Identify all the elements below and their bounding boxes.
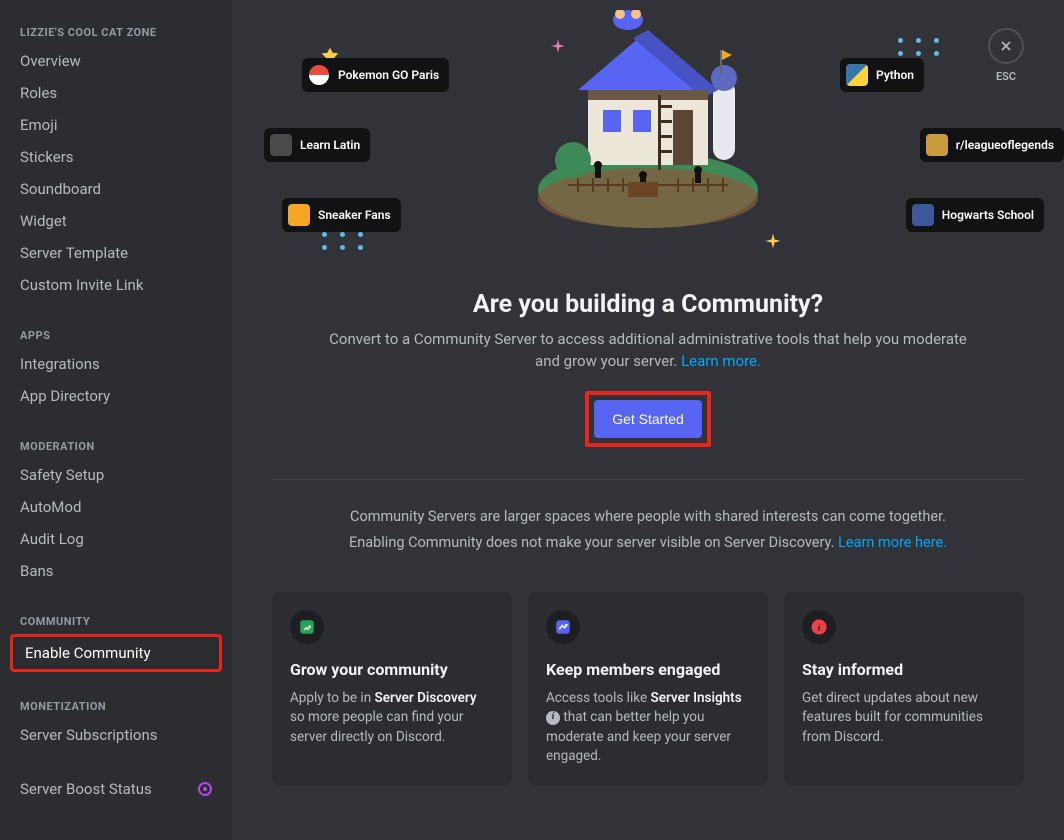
info-icon: i <box>546 711 560 725</box>
chip-label: r/leagueoflegends <box>956 138 1054 152</box>
page-title: Are you building a Community? <box>272 290 1024 319</box>
learn-more-link[interactable]: Learn more. <box>681 352 761 370</box>
community-chip-pokemon: Pokemon GO Paris <box>302 58 449 92</box>
info-line-2: Enabling Community does not make your se… <box>272 530 1024 556</box>
chip-label: Pokemon GO Paris <box>338 68 439 82</box>
decorative-dots <box>322 232 366 250</box>
chip-label: Learn Latin <box>300 138 360 152</box>
pokeball-icon <box>308 64 330 86</box>
sidebar-item-audit-log[interactable]: Audit Log <box>8 523 224 555</box>
decorative-dots <box>898 38 942 56</box>
card-stay-informed: i Stay informed Get direct updates about… <box>784 592 1024 785</box>
divider <box>272 479 1024 480</box>
info-line-1: Community Servers are larger spaces wher… <box>272 504 1024 530</box>
card-grow-community: Grow your community Apply to be in Serve… <box>272 592 512 785</box>
sidebar-item-soundboard[interactable]: Soundboard <box>8 173 224 205</box>
card-title: Stay informed <box>802 660 1006 679</box>
book-icon <box>270 134 292 156</box>
info-text: Community Servers are larger spaces wher… <box>272 504 1024 556</box>
sidebar-item-integrations[interactable]: Integrations <box>8 348 224 380</box>
sidebar-item-enable-community[interactable]: Enable Community <box>13 637 219 669</box>
informed-icon: i <box>802 610 836 644</box>
sidebar-item-bans[interactable]: Bans <box>8 555 224 587</box>
learn-more-here-link[interactable]: Learn more here. <box>838 534 947 551</box>
chip-label: Sneaker Fans <box>318 208 391 222</box>
server-name-header: LIZZIE'S COOL CAT ZONE <box>8 20 224 45</box>
hero-illustration: Pokemon GO Paris Learn Latin Sneaker Fan… <box>272 10 1024 250</box>
page-subtitle: Convert to a Community Server to access … <box>318 329 978 373</box>
card-body: Access tools like Server Insights i that… <box>546 689 750 767</box>
card-body: Get direct updates about new features bu… <box>802 689 1006 748</box>
chip-label: Hogwarts School <box>942 208 1034 222</box>
community-chip-latin: Learn Latin <box>264 128 370 162</box>
community-chip-hogwarts: Hogwarts School <box>906 198 1044 232</box>
feature-cards: Grow your community Apply to be in Serve… <box>272 592 1024 785</box>
sidebar-item-automod[interactable]: AutoMod <box>8 491 224 523</box>
community-chip-python: Python <box>840 58 924 92</box>
grow-icon <box>290 610 324 644</box>
league-icon <box>926 134 948 156</box>
sidebar-item-emoji[interactable]: Emoji <box>8 109 224 141</box>
sidebar-item-safety-setup[interactable]: Safety Setup <box>8 459 224 491</box>
sidebar-item-server-boost[interactable]: Server Boost Status <box>8 773 224 805</box>
community-chip-league: r/leagueoflegends <box>920 128 1064 162</box>
subtitle-text: Convert to a Community Server to access … <box>329 330 967 370</box>
community-chip-sneaker: Sneaker Fans <box>282 198 401 232</box>
card-title: Grow your community <box>290 660 494 679</box>
sidebar-item-custom-invite-link[interactable]: Custom Invite Link <box>8 269 224 301</box>
insights-icon <box>546 610 580 644</box>
sidebar-item-widget[interactable]: Widget <box>8 205 224 237</box>
sidebar-item-overview[interactable]: Overview <box>8 45 224 77</box>
python-icon <box>846 64 868 86</box>
card-keep-engaged: Keep members engaged Access tools like S… <box>528 592 768 785</box>
highlight-enable-community: Enable Community <box>10 634 222 672</box>
sidebar-item-label: Server Boost Status <box>20 780 152 798</box>
svg-text:i: i <box>818 622 821 633</box>
card-body: Apply to be in Server Discovery so more … <box>290 689 494 748</box>
get-started-button[interactable]: Get Started <box>594 400 702 438</box>
highlight-get-started: Get Started <box>585 391 711 447</box>
main-content: ESC <box>232 0 1064 840</box>
section-monetization: MONETIZATION <box>8 694 224 719</box>
chip-label: Python <box>876 68 914 82</box>
sidebar-item-roles[interactable]: Roles <box>8 77 224 109</box>
sidebar-item-app-directory[interactable]: App Directory <box>8 380 224 412</box>
card-title: Keep members engaged <box>546 660 750 679</box>
hogwarts-icon <box>912 204 934 226</box>
settings-sidebar: LIZZIE'S COOL CAT ZONE Overview Roles Em… <box>0 0 232 840</box>
sneaker-icon <box>288 204 310 226</box>
section-community: COMMUNITY <box>8 609 224 634</box>
section-moderation: MODERATION <box>8 434 224 459</box>
sidebar-item-stickers[interactable]: Stickers <box>8 141 224 173</box>
section-apps: APPS <box>8 323 224 348</box>
sidebar-item-server-subscriptions[interactable]: Server Subscriptions <box>8 719 224 751</box>
house-illustration <box>528 10 768 240</box>
boost-icon <box>198 782 212 796</box>
info-line-2-text: Enabling Community does not make your se… <box>349 534 838 551</box>
sidebar-item-server-template[interactable]: Server Template <box>8 237 224 269</box>
